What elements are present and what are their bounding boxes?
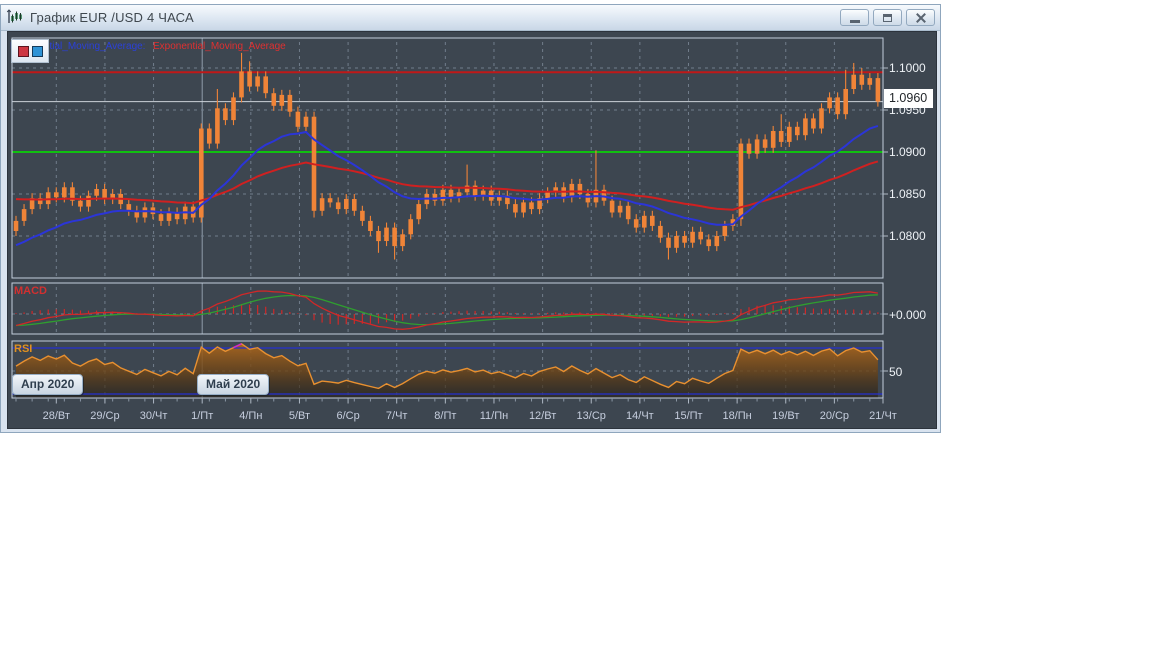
month-marker-may: Май 2020 bbox=[197, 374, 270, 395]
price-axis: 1.1000 1.0950 1.0900 1.0850 1.0800 bbox=[889, 0, 949, 433]
date-axis-label: 15/Пт bbox=[674, 410, 703, 422]
date-axis-label: 20/Ср bbox=[819, 410, 850, 422]
date-axis-label: 19/Вт bbox=[772, 410, 800, 422]
minimize-icon bbox=[849, 19, 860, 23]
chart-window: График EUR /USD 4 ЧАСА bbox=[0, 4, 941, 433]
current-price-badge: 1.0960 bbox=[884, 89, 933, 108]
desktop: График EUR /USD 4 ЧАСА Exponential_Movin… bbox=[0, 0, 1152, 648]
minimize-button[interactable] bbox=[840, 9, 869, 26]
date-axis-label: 4/Пн bbox=[239, 410, 263, 422]
date-axis-label: 13/Ср bbox=[576, 410, 606, 422]
date-axis-label: 28/Вт bbox=[42, 410, 70, 422]
chart-app-icon bbox=[6, 8, 24, 27]
date-axis-label: 29/Ср bbox=[90, 410, 120, 422]
date-axis-label: 12/Вт bbox=[528, 410, 557, 422]
rsi-panel-label: RSI bbox=[14, 343, 33, 355]
price-axis-label: 1.0850 bbox=[889, 187, 926, 201]
date-axis-label: 21/Чт bbox=[869, 410, 897, 422]
date-axis-label: 1/Пт bbox=[191, 410, 214, 422]
legend-ema-slow-label: Exponential_Moving_Average bbox=[153, 41, 286, 52]
window-title: График EUR /USD 4 ЧАСА bbox=[30, 10, 194, 25]
indicator-chip-blue[interactable] bbox=[31, 45, 43, 57]
price-axis-label: 1.0900 bbox=[889, 145, 926, 159]
date-axis-label: 14/Чт bbox=[626, 410, 654, 422]
legend-color-chips bbox=[11, 39, 49, 63]
price-axis-label: 1.1000 bbox=[889, 61, 926, 75]
date-axis-label: 11/Пн bbox=[479, 410, 509, 422]
month-marker-april: Апр 2020 bbox=[12, 374, 84, 395]
price-axis-label: 1.0800 bbox=[889, 229, 926, 243]
date-axis-label: 8/Пт bbox=[434, 410, 457, 422]
date-axis-label: 18/Пн bbox=[722, 410, 752, 422]
date-axis-label: 5/Вт bbox=[288, 410, 311, 422]
chart-content bbox=[7, 31, 937, 429]
date-axis-label: 30/Чт bbox=[139, 410, 168, 422]
indicator-chip-red[interactable] bbox=[17, 45, 29, 57]
macd-panel-label: MACD bbox=[14, 285, 47, 297]
date-axis-label: 6/Ср bbox=[336, 410, 360, 422]
window-titlebar[interactable]: График EUR /USD 4 ЧАСА bbox=[1, 5, 940, 31]
date-axis-label: 7/Чт bbox=[385, 410, 408, 422]
date-axis: 28/Вт 29/Ср 30/Чт 1/Пт 4/Пн 5/Вт 6/Ср 7/Чт 8/Пт 1… bbox=[0, 410, 940, 426]
